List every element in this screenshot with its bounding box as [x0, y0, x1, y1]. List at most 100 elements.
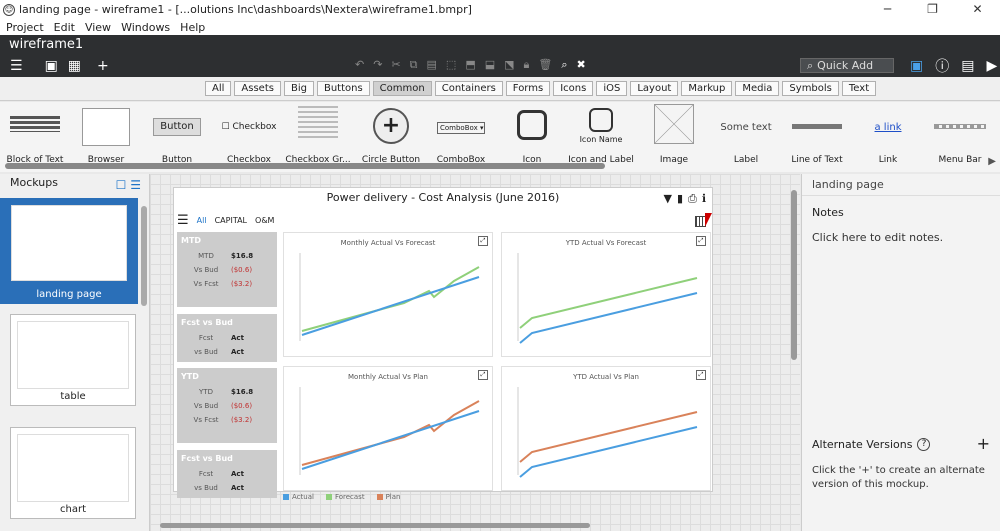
library-item-block-of-text[interactable]: Block of Text	[0, 102, 70, 172]
notes-body[interactable]: Click here to edit notes.	[802, 223, 1000, 252]
kpi-card: YTD YTD $16.8 Vs Bud ($0.6) Vs Fcst ($3.2)	[177, 368, 277, 443]
series-line-actual	[519, 292, 698, 344]
tab-om[interactable]: O&M	[255, 216, 274, 225]
minimize-button[interactable]: ─	[865, 0, 910, 19]
kpi-card: MTD MTD $16.8 Vs Bud ($0.6) Vs Fcst ($3.2)	[177, 232, 277, 307]
mockups-panel: Mockups ☐ ☰ landing page table chart	[0, 174, 150, 531]
menu-windows[interactable]: Windows	[121, 21, 170, 34]
undo-icon[interactable]: ↶	[355, 58, 364, 72]
back-icon[interactable]: ⬔	[504, 58, 514, 72]
series-line-actual	[301, 410, 480, 470]
scroll-right-icon[interactable]: ▶	[988, 156, 996, 167]
mockup-thumb-landing-page[interactable]: landing page	[0, 198, 138, 304]
library-scrollbar[interactable]	[5, 163, 605, 169]
library-item-menu-bar[interactable]: Menu Bar	[925, 102, 995, 172]
menu-bar: Project Edit View Windows Help	[0, 19, 1000, 35]
hamburger-menu-icon[interactable]: ☰	[10, 58, 23, 74]
group-icon[interactable]: ⬚	[446, 58, 456, 72]
library-item-link[interactable]: a link Link	[853, 102, 923, 172]
copy-icon[interactable]: ⧉	[410, 58, 418, 72]
mockup-thumb-table[interactable]: table	[10, 314, 136, 406]
add-version-icon[interactable]: +	[977, 434, 990, 453]
canvas-vscroll[interactable]	[791, 190, 797, 360]
library-tab-common[interactable]: Common	[372, 81, 432, 96]
library-item-line-of-text[interactable]: Line of Text	[782, 102, 852, 172]
info-icon[interactable]: ⓘ	[935, 56, 949, 76]
wireframe-dashboard[interactable]: Power delivery - Cost Analysis (June 201…	[173, 187, 713, 498]
library-tab-all[interactable]: All	[205, 81, 232, 96]
tab-capital[interactable]: CAPITAL	[215, 216, 247, 225]
quick-add-input[interactable]: ⌕ Quick Add	[800, 58, 894, 73]
library-tab-containers[interactable]: Containers	[434, 81, 503, 96]
library-tab-big[interactable]: Big	[283, 81, 314, 96]
library-tab-layout[interactable]: Layout	[630, 81, 679, 96]
library-item-browser[interactable]: Browser	[71, 102, 141, 172]
library-tab-buttons[interactable]: Buttons	[316, 81, 370, 96]
library-tab-media[interactable]: Media	[735, 81, 780, 96]
hamburger-icon[interactable]: ☰	[177, 213, 189, 228]
fullscreen-icon[interactable]: ✖	[577, 58, 586, 72]
info-icon[interactable]: ℹ	[702, 192, 706, 206]
kpi-card: Fcst vs Bud Fcst Act vs Bud Act	[177, 314, 277, 362]
layout-single-icon[interactable]: ▣	[45, 58, 58, 74]
library-tab-ios[interactable]: iOS	[596, 81, 628, 96]
library-item-icon[interactable]: Icon	[497, 102, 567, 172]
notes-icon[interactable]: ▤	[961, 58, 974, 74]
library-tab-assets[interactable]: Assets	[234, 81, 281, 96]
ungroup-icon[interactable]: ⬒	[465, 58, 475, 72]
menu-edit[interactable]: Edit	[54, 21, 75, 34]
delete-icon[interactable]: 🗑︎	[538, 58, 552, 72]
front-icon[interactable]: ⬓	[485, 58, 495, 72]
library-item-circle-button[interactable]: + Circle Button	[356, 102, 426, 172]
library-tab-symbols[interactable]: Symbols	[782, 81, 839, 96]
library-item-checkbox-gr[interactable]: Checkbox Gr...	[283, 102, 353, 172]
add-icon[interactable]: +	[97, 58, 109, 74]
filter-icon[interactable]: ▼	[663, 192, 671, 206]
library-item-icon-and-label[interactable]: Icon Name Icon and Label	[566, 102, 636, 172]
kpi-card: Fcst vs Bud Fcst Act vs Bud Act	[177, 450, 277, 498]
bookmark-icon[interactable]: ▮	[677, 192, 683, 206]
series-line-actual	[519, 426, 698, 478]
library-tab-markup[interactable]: Markup	[681, 81, 733, 96]
close-button[interactable]: ✕	[955, 0, 1000, 19]
help-icon[interactable]: ?	[917, 438, 931, 451]
pdf-icon[interactable]: ⎙	[688, 192, 697, 206]
inspector-icon[interactable]: ▣	[910, 58, 923, 74]
library-item-checkbox[interactable]: ☐ Checkbox Checkbox	[214, 102, 284, 172]
menu-help[interactable]: Help	[180, 21, 205, 34]
mockups-scrollbar[interactable]	[141, 206, 147, 306]
maximize-button[interactable]: ❐	[910, 0, 955, 19]
menu-project[interactable]: Project	[6, 21, 44, 34]
menu-view[interactable]: View	[85, 21, 111, 34]
layout-grid-icon[interactable]: ▦	[68, 58, 81, 74]
mockup-thumb-chart[interactable]: chart	[10, 427, 136, 519]
library-item-label[interactable]: Some text Label	[711, 102, 781, 172]
alternate-versions-text: Click the '+' to create an alternate ver…	[812, 465, 985, 490]
library-item-button[interactable]: Button Button	[142, 102, 212, 172]
library-item-image[interactable]: Image	[639, 102, 709, 172]
chart-panel[interactable]: Monthly Actual Vs Plan ⤢	[283, 366, 493, 491]
cut-icon[interactable]: ✂	[391, 58, 400, 72]
series-line-secondary	[519, 277, 698, 329]
chart-panel[interactable]: YTD Actual Vs Forecast ⤢	[501, 232, 711, 357]
tab-all[interactable]: All	[197, 216, 207, 225]
document-tab[interactable]: wireframe1	[0, 35, 1000, 55]
paste-icon[interactable]: ▤	[427, 58, 437, 72]
library-item-combobox[interactable]: ComboBox ▾ ComboBox	[426, 102, 496, 172]
present-icon[interactable]: ▶	[986, 58, 997, 74]
chart-panel[interactable]: Monthly Actual Vs Forecast ⤢	[283, 232, 493, 357]
library-tab-text[interactable]: Text	[841, 81, 877, 96]
chart-legend: Actual Forecast Plan	[283, 493, 400, 501]
library-tab-forms[interactable]: Forms	[505, 81, 551, 96]
search-icon[interactable]: ⌕	[561, 58, 567, 72]
canvas-hscroll[interactable]	[160, 523, 590, 528]
series-line-actual	[301, 276, 480, 336]
alternate-versions-heading: Alternate Versions	[812, 438, 913, 451]
redo-icon[interactable]: ↷	[373, 58, 382, 72]
page-title[interactable]: landing page	[802, 174, 1000, 196]
library-tab-icons[interactable]: Icons	[553, 81, 594, 96]
app-icon: ☺	[3, 3, 15, 16]
lock-icon[interactable]: 🔒︎	[524, 58, 530, 72]
chart-panel[interactable]: YTD Actual Vs Plan ⤢	[501, 366, 711, 491]
view-toggle-icon[interactable]: ☐ ☰	[116, 176, 141, 194]
